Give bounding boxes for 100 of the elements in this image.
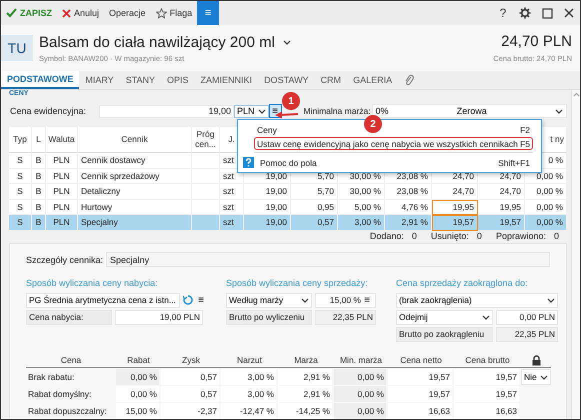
price-field[interactable]: 19,00 [99, 104, 234, 118]
table-cell: B [32, 184, 46, 200]
column-header: Cena netto [388, 354, 454, 368]
callout-badge: 1 [282, 92, 300, 110]
operations-button[interactable]: Operacje [104, 1, 151, 25]
help-button[interactable]: ? [492, 1, 514, 25]
field-label: Cena nabycia: [26, 310, 112, 324]
table-cell: 0,00 % [525, 200, 567, 215]
min-margin-dropdown[interactable]: 0% Zerowa [372, 104, 567, 118]
value-field[interactable]: 19,57 [454, 368, 519, 384]
value-field[interactable]: 19,57 [388, 368, 452, 384]
percent-field[interactable]: 15,00 % ≡ [315, 292, 376, 308]
square-icon [542, 8, 552, 18]
table-cell: 2,91 % [385, 215, 432, 230]
value-field: 0,00 % [334, 402, 386, 418]
table-cell: PLN [46, 153, 78, 168]
refresh-icon[interactable] [183, 295, 193, 305]
table-cell: 19,95 [478, 200, 525, 215]
value-field[interactable]: 19,57 [388, 386, 452, 402]
value-field[interactable]: -2,37 [161, 402, 219, 418]
tab[interactable]: MIARY [79, 71, 120, 89]
field-label: Cena ewidencyjna: [9, 106, 88, 116]
table-cell: 5,00 % [338, 200, 385, 215]
method-dropdown[interactable]: Według marży [226, 292, 312, 308]
product-price: 24,70 PLN [501, 33, 572, 50]
value-field[interactable]: 0,57 [161, 386, 219, 402]
counter-label: Poprawiono: [496, 230, 546, 240]
table-cell: 24,70 [432, 184, 478, 200]
value-field[interactable]: 19,00 PLN [115, 310, 203, 324]
scrollbar[interactable] [571, 90, 580, 419]
column-header: Min. marża [334, 354, 388, 368]
value-field: 22,35 PLN [496, 326, 558, 342]
scroll-up-icon[interactable] [572, 92, 580, 97]
table-cell: 0,00 % [525, 215, 567, 230]
table-cell: B [32, 215, 46, 230]
flag-button[interactable]: Flaga [150, 1, 198, 25]
lock-dropdown[interactable]: Nie [521, 368, 551, 384]
value-field[interactable]: 0,00 PLN [496, 310, 558, 324]
method-dropdown[interactable]: PG Średnia arytmetyczna cena z istn... [26, 292, 180, 308]
table-cell: S [9, 200, 32, 215]
menu-item[interactable]: Ceny [257, 124, 277, 134]
tab[interactable]: CRM [314, 71, 348, 89]
paperclip-icon [404, 74, 414, 86]
menu-item[interactable]: Ustaw cenę ewidencyjną jako cenę nabycia we wszystkich cennikach [257, 138, 518, 148]
table-cell: 19,95 [432, 200, 478, 215]
cancel-button[interactable]: Anuluj [57, 1, 104, 25]
tab[interactable]: DOSTAWY [258, 71, 315, 89]
value-field[interactable]: -12,47 % [221, 402, 276, 418]
chevron-down-icon[interactable] [282, 38, 292, 46]
value-field[interactable]: 3,00 % [221, 386, 276, 402]
value-field[interactable]: 16,63 [454, 402, 519, 418]
table-cell: B [32, 168, 46, 184]
value-field[interactable]: 0,57 [161, 368, 219, 384]
column-header: Cena [26, 354, 116, 368]
table-cell: 0,00 % [525, 184, 567, 200]
lock-icon [532, 354, 540, 366]
value-field: 0,00 % [334, 368, 386, 384]
value-field: 0,00 % [116, 368, 159, 384]
caret-icon [482, 314, 490, 320]
counter-label: Usunięto: [430, 230, 469, 240]
table-cell: B [32, 153, 46, 168]
currency-dropdown[interactable]: PLN [234, 104, 269, 118]
value-field[interactable]: 0,00 % [116, 386, 159, 402]
operation-dropdown[interactable]: Odejmij [396, 310, 493, 324]
field-label: Brutto po wyliczeniu [226, 310, 312, 324]
value-field[interactable]: 19,57 [454, 386, 519, 402]
table-cell: Hurtowy [78, 200, 192, 215]
value-field: 0,00 % [334, 386, 386, 402]
value-field[interactable]: -14,25 % [278, 402, 332, 418]
tab[interactable]: GALERIA [347, 71, 398, 89]
value-field[interactable]: 2,91 % [278, 386, 332, 402]
tab[interactable]: STANY [120, 71, 162, 89]
value-field[interactable]: 3,00 % [221, 368, 276, 384]
menu-button[interactable]: ≡ [197, 1, 220, 25]
help-icon [243, 157, 254, 168]
caret-icon [258, 108, 266, 114]
x-icon [62, 8, 72, 18]
table-cell: 3,00 % [338, 215, 385, 230]
rounding-dropdown[interactable]: (brak zaokrąglenia) [396, 292, 558, 308]
value-field[interactable]: 15,00 % [116, 402, 159, 418]
menu-button[interactable]: ≡ [196, 292, 206, 308]
value-field[interactable]: 16,63 [388, 402, 452, 418]
tab[interactable]: OPIS [161, 71, 195, 89]
check-icon [6, 8, 17, 18]
value-field[interactable]: 2,91 % [278, 368, 332, 384]
row-label: Brak rabatu: [27, 370, 76, 384]
menu-item[interactable]: Pomoc do pola [260, 158, 317, 168]
save-button[interactable]: ZAPISZ [1, 1, 58, 25]
counter-value: 0 [412, 230, 417, 240]
table-cell: 0,95 [291, 200, 338, 215]
table-cell: Detaliczny [78, 184, 192, 200]
column-header: Marża [278, 354, 334, 368]
table-cell: 24,70 [478, 184, 525, 200]
column-header: Narzut [221, 354, 278, 368]
table-cell: 4,76 % [385, 200, 432, 215]
field-label: Minimalna marża: [304, 106, 372, 116]
tab[interactable]: PODSTAWOWE [1, 71, 80, 89]
price-list-field[interactable]: Specjalny [106, 252, 550, 267]
tab[interactable]: ZAMIENNIKI [194, 71, 258, 89]
table-cell: 19,57 [478, 215, 525, 230]
